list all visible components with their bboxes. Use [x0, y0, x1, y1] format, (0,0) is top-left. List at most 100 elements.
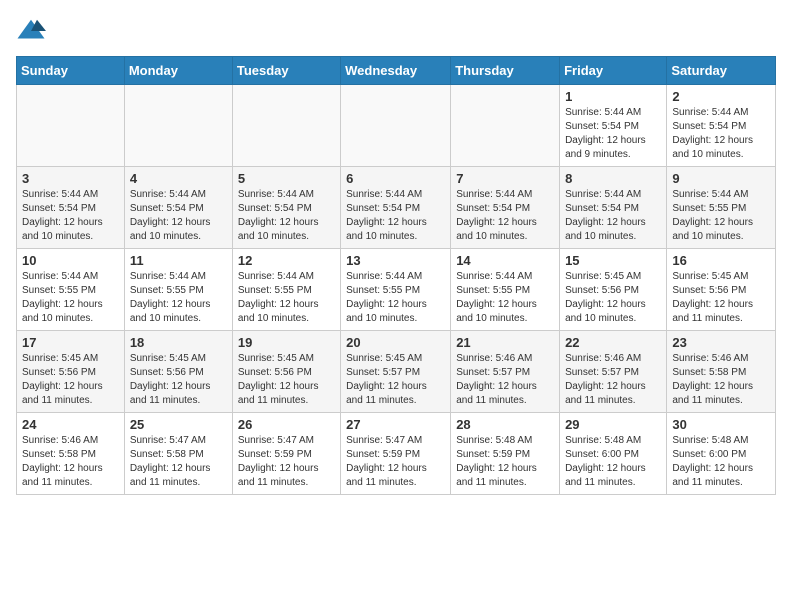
week-row-4: 17 Sunrise: 5:45 AM Sunset: 5:56 PM Dayli… [17, 331, 776, 413]
day-header-monday: Monday [124, 57, 232, 85]
day-info: Sunrise: 5:48 AM Sunset: 5:59 PM Dayligh… [456, 434, 554, 490]
week-row-2: 3 Sunrise: 5:44 AM Sunset: 5:54 PM Daylig… [17, 167, 776, 249]
day-info: Sunrise: 5:47 AM Sunset: 5:59 PM Dayligh… [346, 434, 445, 490]
calendar-cell: 12 Sunrise: 5:44 AM Sunset: 5:55 PM Dayli… [232, 249, 340, 331]
day-info: Sunrise: 5:45 AM Sunset: 5:56 PM Dayligh… [22, 352, 119, 408]
calendar-cell: 18 Sunrise: 5:45 AM Sunset: 5:56 PM Dayli… [124, 331, 232, 413]
day-header-friday: Friday [560, 57, 667, 85]
day-number: 14 [456, 253, 554, 268]
day-info: Sunrise: 5:45 AM Sunset: 5:57 PM Dayligh… [346, 352, 445, 408]
day-info: Sunrise: 5:44 AM Sunset: 5:54 PM Dayligh… [565, 188, 661, 244]
day-info: Sunrise: 5:47 AM Sunset: 5:59 PM Dayligh… [238, 434, 335, 490]
day-number: 17 [22, 335, 119, 350]
calendar-cell: 16 Sunrise: 5:45 AM Sunset: 5:56 PM Dayli… [667, 249, 776, 331]
page-header [16, 16, 776, 46]
day-number: 26 [238, 417, 335, 432]
day-info: Sunrise: 5:44 AM Sunset: 5:55 PM Dayligh… [456, 270, 554, 326]
day-info: Sunrise: 5:46 AM Sunset: 5:57 PM Dayligh… [565, 352, 661, 408]
day-number: 30 [672, 417, 770, 432]
week-row-5: 24Sunrise: 5:46 AM Sunset: 5:58 PM Dayli… [17, 413, 776, 495]
calendar-table: SundayMondayTuesdayWednesdayThursdayFrid… [16, 56, 776, 495]
day-header-thursday: Thursday [451, 57, 560, 85]
day-info: Sunrise: 5:48 AM Sunset: 6:00 PM Dayligh… [672, 434, 770, 490]
day-number: 11 [130, 253, 227, 268]
calendar-cell: 25 Sunrise: 5:47 AM Sunset: 5:58 PM Dayli… [124, 413, 232, 495]
day-number: 13 [346, 253, 445, 268]
day-number: 27 [346, 417, 445, 432]
day-number: 16 [672, 253, 770, 268]
day-number: 18 [130, 335, 227, 350]
week-row-1: 1 Sunrise: 5:44 AM Sunset: 5:54 PM Daylig… [17, 85, 776, 167]
day-info: Sunrise: 5:47 AM Sunset: 5:58 PM Dayligh… [130, 434, 227, 490]
day-number: 12 [238, 253, 335, 268]
day-header-tuesday: Tuesday [232, 57, 340, 85]
day-info: Sunrise: 5:44 AM Sunset: 5:54 PM Dayligh… [346, 188, 445, 244]
calendar-cell [232, 85, 340, 167]
calendar-cell: 13 Sunrise: 5:44 AM Sunset: 5:55 PM Dayli… [341, 249, 451, 331]
day-info: Sunrise: 5:45 AM Sunset: 5:56 PM Dayligh… [672, 270, 770, 326]
day-info: Sunrise: 5:45 AM Sunset: 5:56 PM Dayligh… [130, 352, 227, 408]
day-number: 9 [672, 171, 770, 186]
calendar-cell: 15Sunrise: 5:45 AM Sunset: 5:56 PM Dayli… [560, 249, 667, 331]
calendar-cell: 5 Sunrise: 5:44 AM Sunset: 5:54 PM Daylig… [232, 167, 340, 249]
calendar-cell: 26 Sunrise: 5:47 AM Sunset: 5:59 PM Dayli… [232, 413, 340, 495]
calendar-cell: 7Sunrise: 5:44 AM Sunset: 5:54 PM Daylig… [451, 167, 560, 249]
day-info: Sunrise: 5:44 AM Sunset: 5:54 PM Dayligh… [456, 188, 554, 244]
day-info: Sunrise: 5:44 AM Sunset: 5:54 PM Dayligh… [672, 106, 770, 162]
logo-icon [16, 16, 46, 46]
calendar-cell: 4Sunrise: 5:44 AM Sunset: 5:54 PM Daylig… [124, 167, 232, 249]
calendar-cell: 8 Sunrise: 5:44 AM Sunset: 5:54 PM Daylig… [560, 167, 667, 249]
day-number: 15 [565, 253, 661, 268]
day-info: Sunrise: 5:44 AM Sunset: 5:55 PM Dayligh… [346, 270, 445, 326]
calendar-cell: 24Sunrise: 5:46 AM Sunset: 5:58 PM Dayli… [17, 413, 125, 495]
day-info: Sunrise: 5:45 AM Sunset: 5:56 PM Dayligh… [238, 352, 335, 408]
calendar-header: SundayMondayTuesdayWednesdayThursdayFrid… [17, 57, 776, 85]
calendar-cell: 10 Sunrise: 5:44 AM Sunset: 5:55 PM Dayli… [17, 249, 125, 331]
calendar-cell: 28Sunrise: 5:48 AM Sunset: 5:59 PM Dayli… [451, 413, 560, 495]
day-header-sunday: Sunday [17, 57, 125, 85]
logo [16, 16, 50, 46]
day-number: 2 [672, 89, 770, 104]
calendar-body: 1 Sunrise: 5:44 AM Sunset: 5:54 PM Daylig… [17, 85, 776, 495]
day-info: Sunrise: 5:44 AM Sunset: 5:55 PM Dayligh… [130, 270, 227, 326]
day-number: 21 [456, 335, 554, 350]
calendar-cell: 1 Sunrise: 5:44 AM Sunset: 5:54 PM Daylig… [560, 85, 667, 167]
calendar-cell: 19Sunrise: 5:45 AM Sunset: 5:56 PM Dayli… [232, 331, 340, 413]
week-row-3: 10 Sunrise: 5:44 AM Sunset: 5:55 PM Dayli… [17, 249, 776, 331]
calendar-cell: 11 Sunrise: 5:44 AM Sunset: 5:55 PM Dayli… [124, 249, 232, 331]
day-number: 22 [565, 335, 661, 350]
calendar-cell [341, 85, 451, 167]
day-header-wednesday: Wednesday [341, 57, 451, 85]
day-info: Sunrise: 5:46 AM Sunset: 5:57 PM Dayligh… [456, 352, 554, 408]
calendar-cell: 9Sunrise: 5:44 AM Sunset: 5:55 PM Daylig… [667, 167, 776, 249]
day-info: Sunrise: 5:48 AM Sunset: 6:00 PM Dayligh… [565, 434, 661, 490]
day-info: Sunrise: 5:44 AM Sunset: 5:54 PM Dayligh… [130, 188, 227, 244]
day-info: Sunrise: 5:44 AM Sunset: 5:55 PM Dayligh… [22, 270, 119, 326]
day-info: Sunrise: 5:44 AM Sunset: 5:54 PM Dayligh… [22, 188, 119, 244]
calendar-cell: 20 Sunrise: 5:45 AM Sunset: 5:57 PM Dayli… [341, 331, 451, 413]
calendar-cell: 27 Sunrise: 5:47 AM Sunset: 5:59 PM Dayli… [341, 413, 451, 495]
day-number: 23 [672, 335, 770, 350]
day-number: 10 [22, 253, 119, 268]
day-number: 29 [565, 417, 661, 432]
day-info: Sunrise: 5:44 AM Sunset: 5:54 PM Dayligh… [565, 106, 661, 162]
calendar-cell: 22 Sunrise: 5:46 AM Sunset: 5:57 PM Dayli… [560, 331, 667, 413]
day-info: Sunrise: 5:44 AM Sunset: 5:55 PM Dayligh… [238, 270, 335, 326]
day-number: 5 [238, 171, 335, 186]
calendar-cell [17, 85, 125, 167]
day-number: 24 [22, 417, 119, 432]
calendar-cell: 29 Sunrise: 5:48 AM Sunset: 6:00 PM Dayli… [560, 413, 667, 495]
header-row: SundayMondayTuesdayWednesdayThursdayFrid… [17, 57, 776, 85]
day-number: 8 [565, 171, 661, 186]
calendar-cell: 14 Sunrise: 5:44 AM Sunset: 5:55 PM Dayli… [451, 249, 560, 331]
calendar-cell: 6 Sunrise: 5:44 AM Sunset: 5:54 PM Daylig… [341, 167, 451, 249]
calendar-cell: 30 Sunrise: 5:48 AM Sunset: 6:00 PM Dayli… [667, 413, 776, 495]
calendar-cell: 21 Sunrise: 5:46 AM Sunset: 5:57 PM Dayli… [451, 331, 560, 413]
day-number: 20 [346, 335, 445, 350]
calendar-cell [451, 85, 560, 167]
day-number: 1 [565, 89, 661, 104]
day-number: 6 [346, 171, 445, 186]
day-info: Sunrise: 5:44 AM Sunset: 5:54 PM Dayligh… [238, 188, 335, 244]
day-number: 3 [22, 171, 119, 186]
day-number: 25 [130, 417, 227, 432]
